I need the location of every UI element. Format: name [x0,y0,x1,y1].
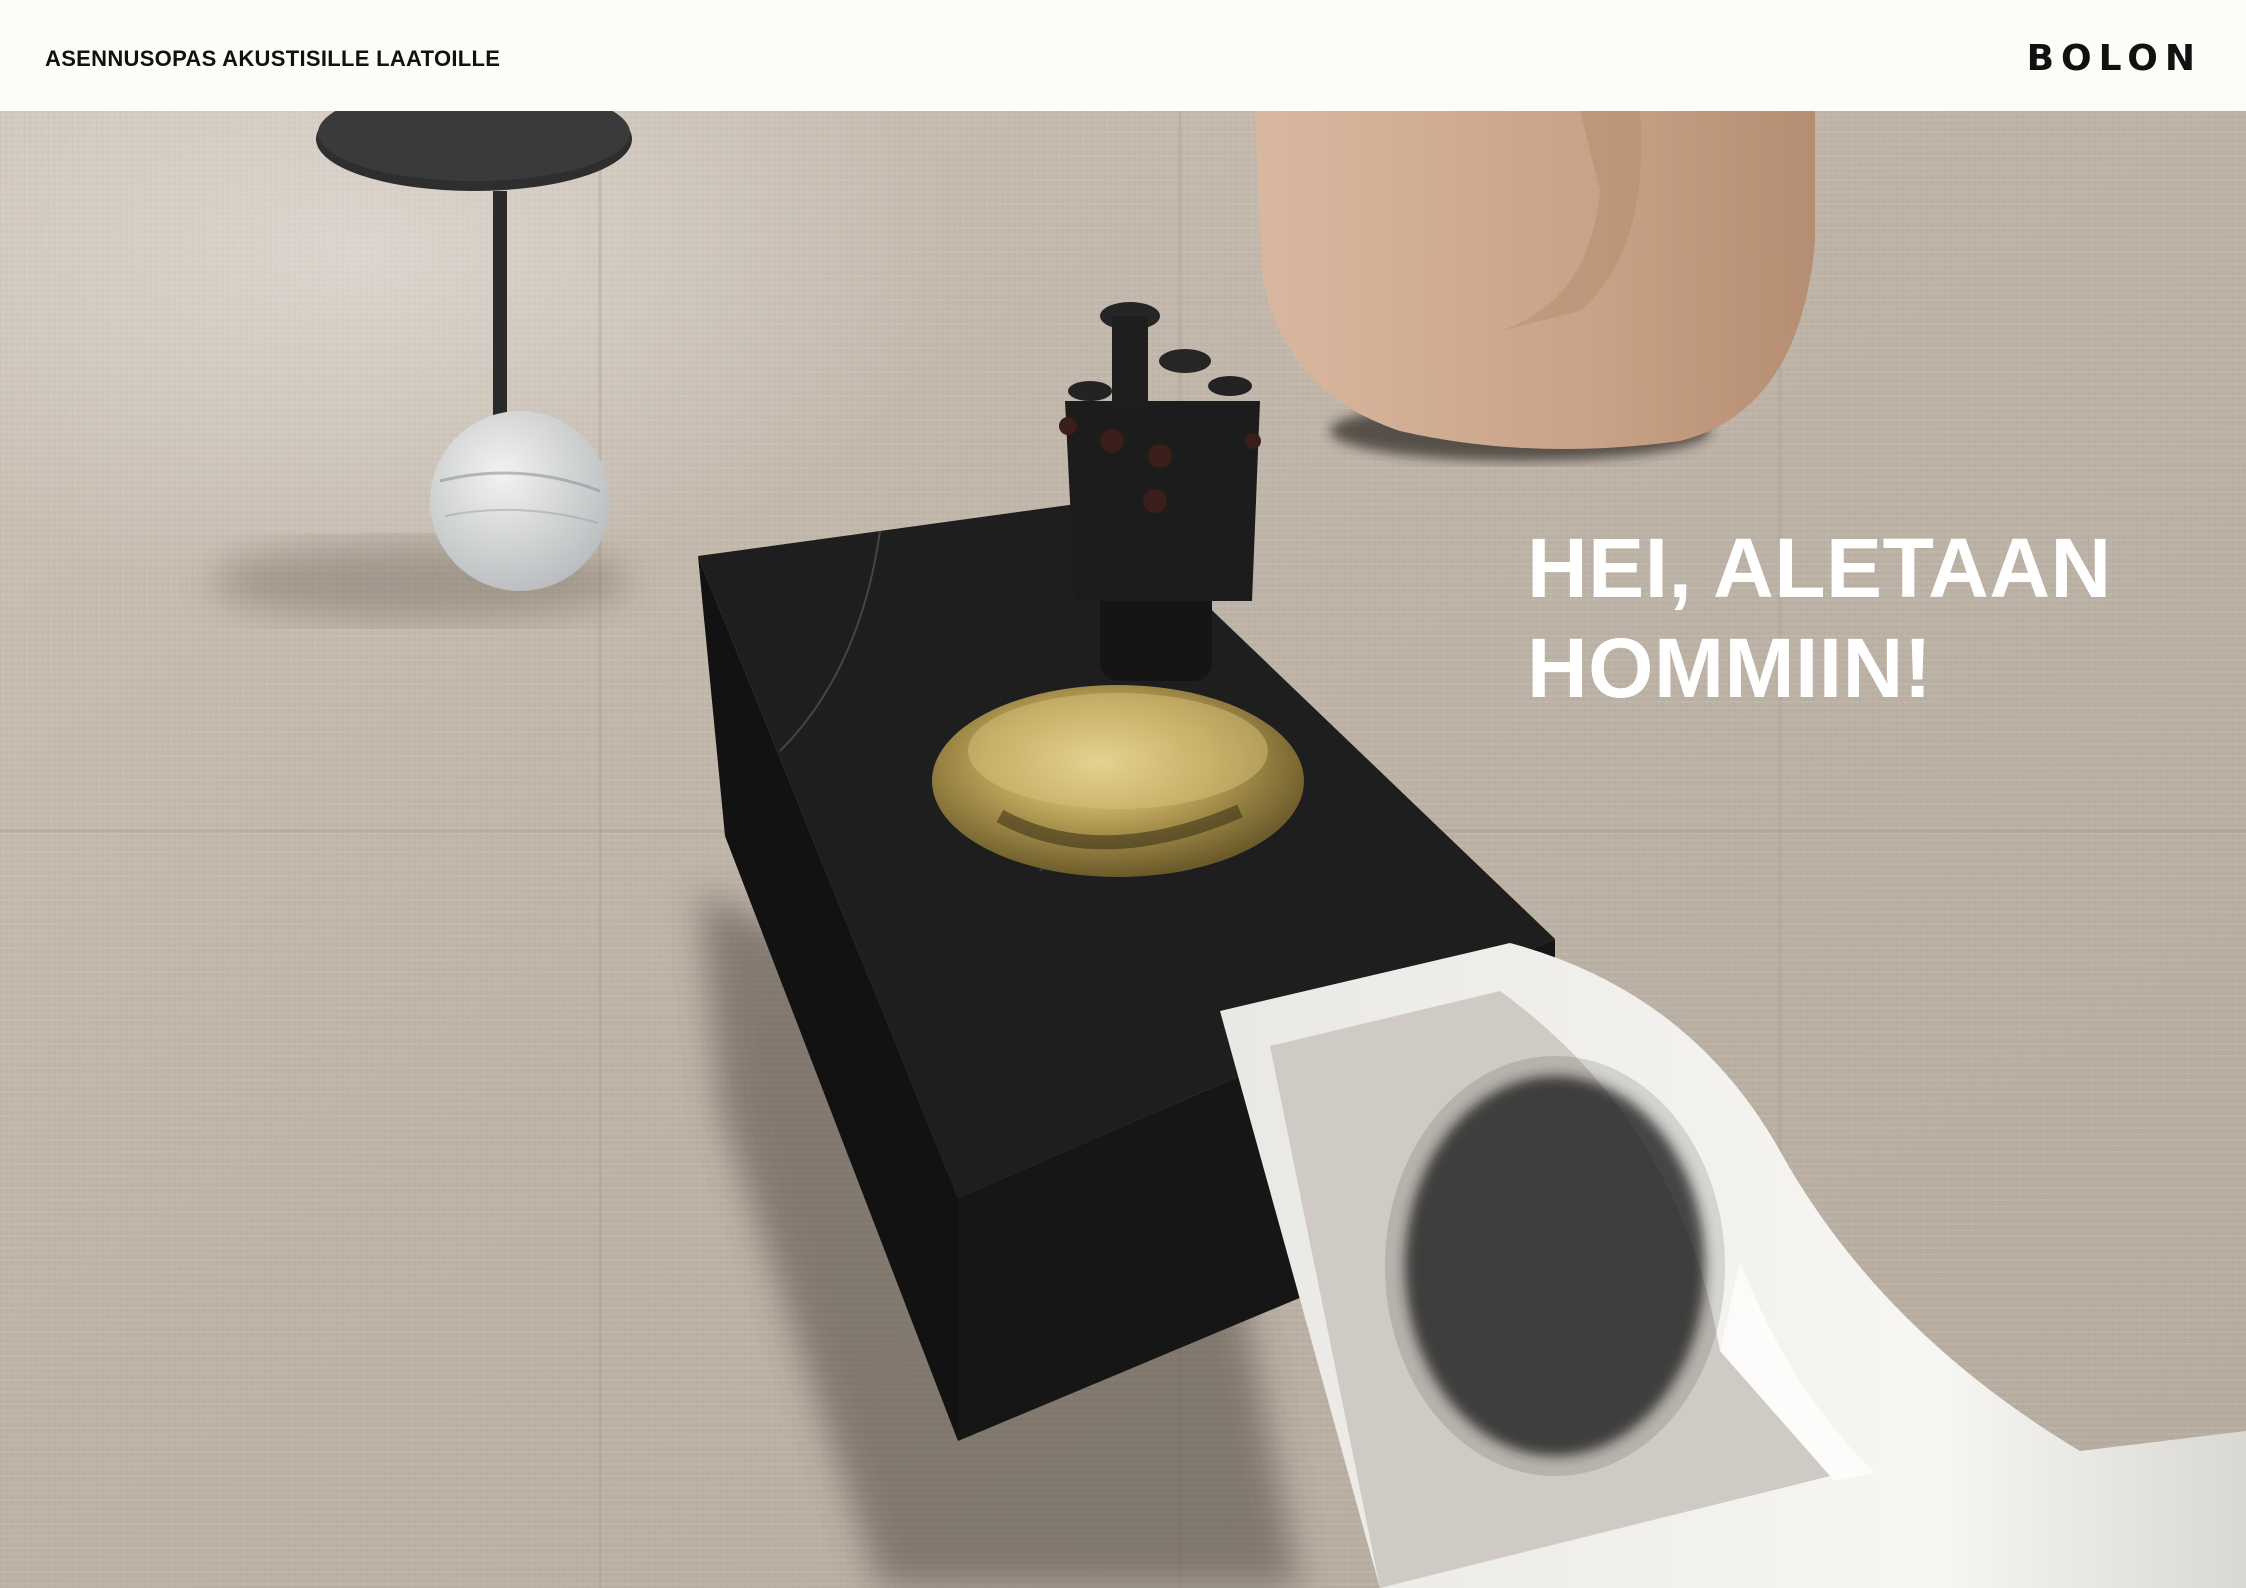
document-title: ASENNUSOPAS AKUSTISILLE LAATOILLE [45,46,501,71]
bolon-logo: BOLON [2026,38,2202,79]
brass-bowl [932,685,1304,877]
hero-headline: HEI, ALETAAN HOMMIIN! [1527,518,2112,718]
hero-headline-line-2: HOMMIIN! [1527,621,1933,715]
page-header: ASENNUSOPAS AKUSTISILLE LAATOILLE BOLON [0,0,2246,111]
hero-photo [0,111,2246,1588]
hero-headline-line-1: HEI, ALETAAN [1527,521,2112,615]
brochure-cover-page: ASENNUSOPAS AKUSTISILLE LAATOILLE BOLON [0,0,2246,1588]
